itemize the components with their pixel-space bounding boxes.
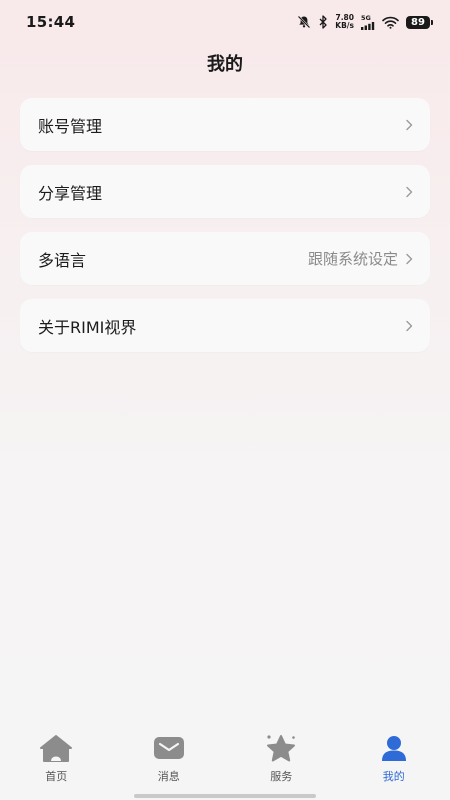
cellular-indicator: 5G	[361, 13, 375, 30]
chevron-right-icon	[404, 118, 414, 132]
tab-label: 我的	[382, 770, 405, 783]
menu-item-trailing	[404, 185, 414, 199]
page-title: 我的	[207, 54, 243, 75]
tab-services[interactable]: 服务	[236, 732, 326, 784]
tab-mine[interactable]: 我的	[349, 732, 439, 784]
tab-label: 服务	[270, 770, 293, 783]
menu-item-trailing	[404, 118, 414, 132]
menu-item-label: 多语言	[38, 250, 87, 270]
menu-item-share-management[interactable]: 分享管理	[20, 165, 430, 218]
menu-item-about[interactable]: 关于RIMI视界	[20, 299, 430, 352]
person-icon	[376, 732, 412, 764]
menu-item-account-management[interactable]: 账号管理	[20, 98, 430, 151]
status-icons: 7.80 KB/s 5G 89	[297, 13, 433, 30]
network-type: 5G	[361, 13, 371, 22]
menu-item-trailing: 跟随系统设定	[308, 248, 414, 269]
menu-item-language[interactable]: 多语言 跟随系统设定	[20, 232, 430, 285]
mail-icon	[151, 732, 187, 764]
language-value: 跟随系统设定	[307, 250, 398, 268]
battery-indicator: 89	[406, 15, 433, 29]
chevron-right-icon	[404, 185, 414, 199]
status-time: 15:44	[26, 13, 76, 31]
home-icon	[38, 732, 74, 764]
status-bar: 15:44 7.80 KB/s 5G 89	[0, 0, 450, 44]
wifi-icon	[382, 16, 399, 29]
menu-item-trailing	[404, 319, 414, 333]
tab-label: 消息	[157, 770, 180, 783]
star-icon	[263, 732, 299, 764]
network-speed: 7.80 KB/s	[335, 14, 354, 30]
menu-item-label: 账号管理	[38, 116, 103, 136]
tab-label: 首页	[45, 770, 68, 783]
menu-item-label: 分享管理	[38, 183, 103, 203]
network-speed-unit: KB/s	[335, 21, 354, 30]
chevron-right-icon	[404, 319, 414, 333]
bluetooth-icon	[318, 15, 328, 29]
home-indicator[interactable]	[134, 794, 316, 798]
menu-item-label: 关于RIMI视界	[38, 317, 137, 337]
bell-off-icon	[297, 15, 311, 29]
bottom-tab-bar: 首页 消息 服务 我的	[0, 722, 450, 800]
signal-bars-icon	[361, 21, 375, 30]
tab-home[interactable]: 首页	[11, 732, 101, 784]
tab-messages[interactable]: 消息	[124, 732, 214, 784]
settings-menu: 账号管理 分享管理 多语言 跟随系统设定 关于RIMI视界	[20, 98, 430, 366]
battery-level: 89	[411, 16, 425, 28]
chevron-right-icon	[404, 252, 414, 266]
